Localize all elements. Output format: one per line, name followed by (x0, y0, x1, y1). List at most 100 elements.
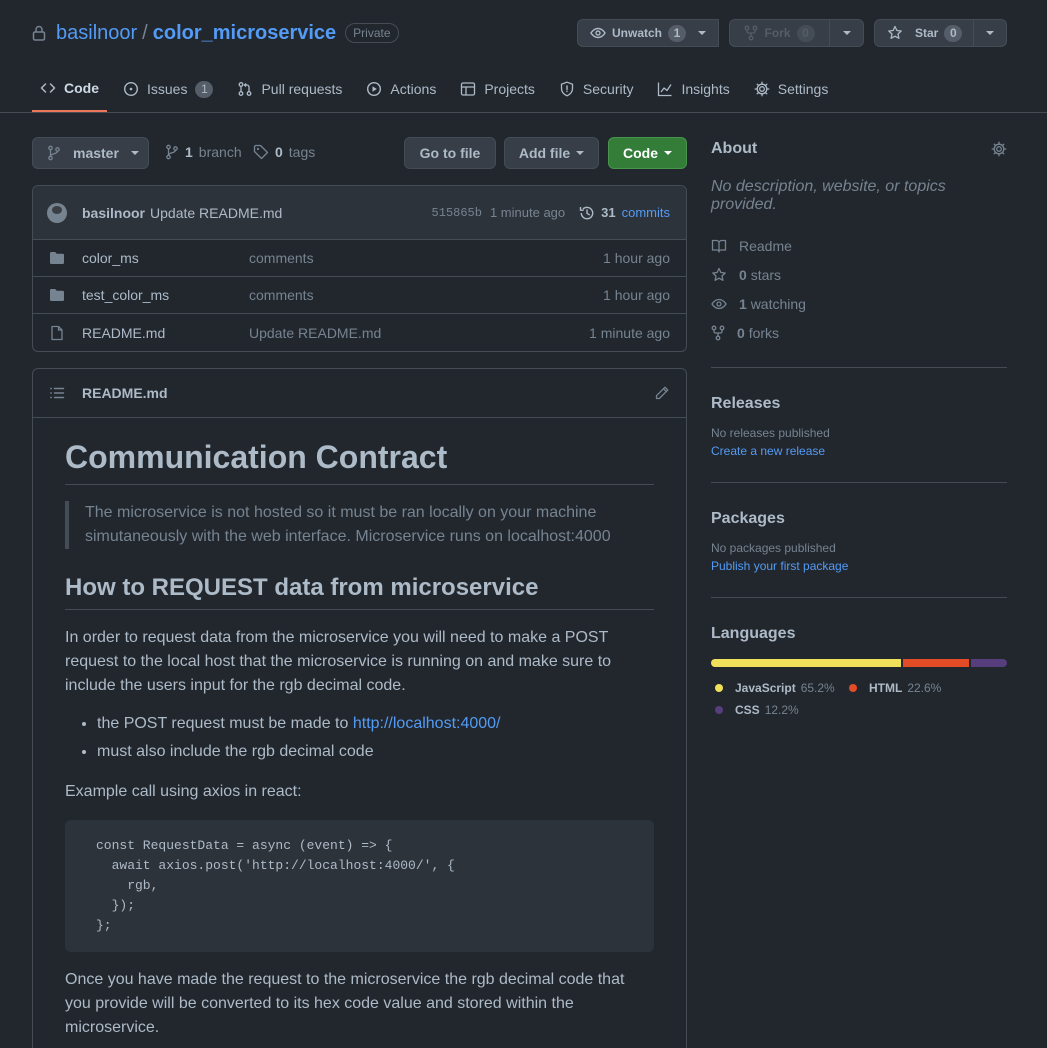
fork-counter: 0 (796, 24, 815, 42)
language-color-dot-icon (715, 706, 723, 714)
star-dropdown-button[interactable] (974, 19, 1007, 47)
tab-issues[interactable]: Issues 1 (115, 66, 221, 112)
file-row-color-ms[interactable]: color_ms comments 1 hour ago (33, 240, 686, 277)
readme-heading-2: How to REQUEST data from microservice (65, 573, 654, 610)
commit-count: 31 (601, 205, 616, 220)
tab-settings[interactable]: Settings (746, 66, 837, 112)
language-bar-segment (903, 659, 970, 667)
about-stats: Readme 0 stars 1 watching 0 forks (711, 231, 1007, 347)
stars-link[interactable]: 0 stars (711, 260, 1007, 289)
fork-button[interactable]: Fork 0 (729, 19, 830, 47)
language-item[interactable]: HTML 22.6% (845, 677, 979, 699)
readme-paragraph: In order to request data from the micros… (65, 626, 654, 698)
git-branch-icon (165, 144, 179, 160)
branch-count: 1 (185, 144, 193, 160)
language-percent: 12.2% (764, 703, 799, 717)
commits-history-link[interactable]: 31 commits (579, 205, 670, 221)
avatar[interactable] (47, 202, 67, 223)
file-name-link[interactable]: README.md (82, 325, 249, 341)
file-age: 1 minute ago (589, 324, 670, 341)
tab-insights[interactable]: Insights (649, 66, 737, 112)
repo-name-link[interactable]: color_microservice (153, 22, 336, 45)
visibility-badge: Private (345, 23, 399, 43)
pencil-icon[interactable] (654, 385, 670, 401)
list-unordered-icon[interactable] (49, 385, 65, 401)
file-icon (49, 325, 82, 341)
publish-package-link[interactable]: Publish your first package (711, 559, 1007, 573)
tab-security[interactable]: Security (551, 66, 642, 112)
star-label: Star (915, 26, 939, 40)
fork-button-group: Fork 0 (729, 19, 864, 47)
add-file-button[interactable]: Add file (504, 137, 599, 169)
tags-link[interactable]: 0 tags (253, 144, 315, 160)
watching-word: watching (750, 295, 806, 312)
chevron-down-icon (576, 151, 585, 155)
commit-sha-link[interactable]: 515865b (432, 206, 482, 220)
language-percent: 65.2% (800, 681, 835, 695)
localhost-link[interactable]: http://localhost:4000/ (353, 715, 501, 732)
star-button[interactable]: Star 0 (874, 19, 974, 47)
gear-icon[interactable] (991, 141, 1007, 157)
commit-age: 1 minute ago (489, 205, 566, 220)
readme-panel: README.md Communication Contract The mic… (32, 368, 687, 1048)
branches-link[interactable]: 1 branch (165, 144, 242, 160)
releases-title[interactable]: Releases (711, 395, 1007, 413)
file-age: 1 hour ago (603, 287, 670, 303)
language-item[interactable]: CSS 12.2% (711, 699, 845, 721)
readme-heading-1: Communication Contract (65, 438, 654, 485)
file-commit-link[interactable]: Update README.md (249, 325, 381, 341)
folder-icon (49, 250, 82, 266)
issues-counter: 1 (195, 80, 214, 98)
tab-label: Security (582, 81, 634, 97)
tab-actions[interactable]: Actions (358, 66, 444, 112)
branch-name: master (73, 145, 119, 161)
file-row-readme[interactable]: README.md Update README.md 1 minute ago (33, 314, 686, 351)
latest-commit-bar: basilnoor Update README.md 515865b 1 min… (33, 186, 686, 240)
forks-link[interactable]: 0 forks (711, 318, 1007, 347)
code-download-button[interactable]: Code (608, 137, 687, 169)
create-release-link[interactable]: Create a new release (711, 444, 1007, 458)
fork-label: Fork (764, 26, 791, 40)
code-icon (40, 80, 56, 96)
file-commit-link[interactable]: comments (249, 250, 314, 266)
readme-paragraph: Once you have made the request to the mi… (65, 968, 654, 1040)
tab-projects[interactable]: Projects (452, 66, 543, 112)
repo-sidebar: About No description, website, or topics… (711, 137, 1007, 721)
tab-pull-requests[interactable]: Pull requests (229, 66, 350, 112)
about-title: About (711, 140, 758, 157)
watchers-link[interactable]: 1 watching (711, 289, 1007, 318)
star-counter: 0 (944, 24, 963, 42)
repo-path-separator: / (142, 21, 148, 44)
book-icon (711, 238, 727, 254)
eye-icon (711, 296, 727, 312)
readme-link[interactable]: Readme (711, 231, 1007, 260)
branch-bar: master 1 branch 0 tags Go to file Add fi… (32, 137, 687, 169)
packages-title[interactable]: Packages (711, 510, 1007, 528)
fork-dropdown-button[interactable] (830, 19, 864, 47)
language-item[interactable]: JavaScript 65.2% (711, 677, 845, 699)
repo-forked-icon (711, 325, 725, 341)
file-commit-link[interactable]: comments (249, 287, 314, 303)
issue-opened-icon (123, 81, 139, 97)
star-icon (711, 267, 727, 283)
star-button-group: Star 0 (874, 19, 1007, 47)
commit-message-link[interactable]: Update README.md (150, 205, 282, 221)
table-icon (460, 81, 476, 97)
tab-label: Actions (390, 81, 437, 97)
tab-label: Pull requests (261, 81, 343, 97)
repo-owner-link[interactable]: basilnoor (56, 22, 137, 45)
unwatch-button[interactable]: Unwatch 1 (576, 19, 719, 47)
file-name-link[interactable]: color_ms (82, 250, 249, 266)
file-row-test-color-ms[interactable]: test_color_ms comments 1 hour ago (33, 277, 686, 314)
forks-word: forks (748, 324, 780, 341)
tab-code[interactable]: Code (32, 66, 107, 112)
file-name-link[interactable]: test_color_ms (82, 287, 249, 303)
go-to-file-button[interactable]: Go to file (404, 137, 496, 169)
commit-author-link[interactable]: basilnoor (82, 205, 145, 221)
branch-select-button[interactable]: master (32, 137, 149, 169)
chevron-down-icon (986, 31, 994, 35)
languages-section: Languages JavaScript 65.2% HTML 22.6% CSS 12.… (711, 598, 1007, 721)
gear-icon (754, 81, 770, 97)
language-name: HTML (869, 681, 903, 695)
unwatch-label: Unwatch (611, 26, 662, 40)
